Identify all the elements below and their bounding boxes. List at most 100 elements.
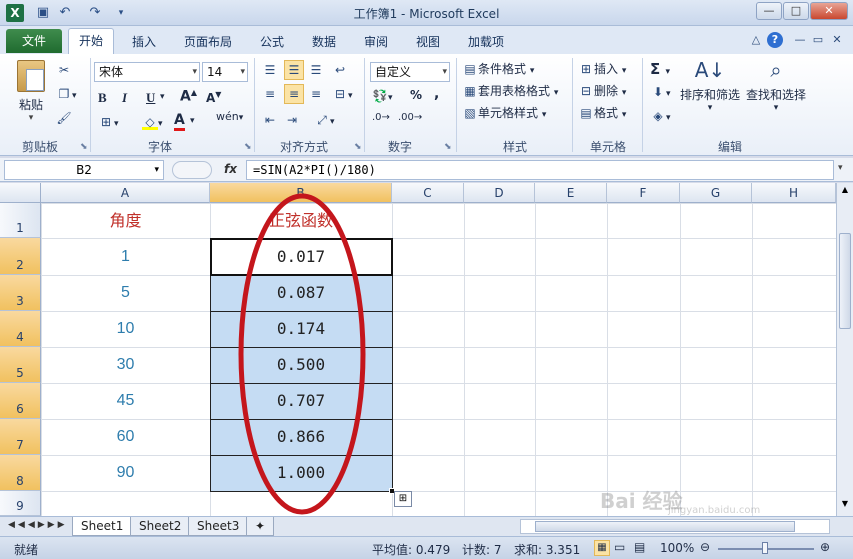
formula-bar: B2 ▾ fx =SIN(A2*PI()/180) ▾ — [0, 158, 853, 182]
fill-color-icon[interactable]: ◇ ▾ — [142, 114, 163, 130]
percent-button[interactable]: % — [410, 88, 422, 102]
formula-input[interactable]: =SIN(A2*PI()/180) — [246, 160, 834, 180]
ribbon: 粘贴 ▾ ✂ ❐ ▾ 🖌 剪贴板 ⬊ 宋体 ▾ 14 ▾ B I U ▾ A▲ A▼ … — [0, 54, 853, 156]
scroll-up-icon[interactable]: ▲ — [839, 185, 851, 199]
sheet-tab-sheet1[interactable]: Sheet1 — [72, 517, 133, 536]
comma-button[interactable]: , — [434, 86, 439, 102]
shrink-font-button[interactable]: A▼ — [206, 90, 221, 105]
window-restore-icon[interactable]: ▭ — [810, 32, 826, 48]
autosum-icon[interactable]: Σ ▾ — [650, 60, 670, 78]
font-launcher-icon[interactable]: ⬊ — [244, 142, 252, 152]
insert-function-icon[interactable]: fx — [224, 162, 237, 176]
window-close-icon[interactable]: ✕ — [829, 32, 845, 48]
tab-page-layout[interactable]: 页面布局 — [184, 33, 232, 50]
align-center-icon[interactable]: ≡ — [284, 84, 304, 104]
ribbon-tab-row: 文件 开始 插入 页面布局 公式 数据 审阅 视图 加载项 △ ? — ▭ ✕ — [0, 26, 853, 54]
group-label-number: 数字 — [387, 140, 412, 154]
underline-dropdown-icon[interactable]: ▾ — [160, 92, 165, 102]
increase-decimal-icon[interactable]: .0→ — [372, 112, 390, 123]
align-middle-icon[interactable]: ☰ — [284, 60, 304, 80]
page-layout-view-icon[interactable]: ▭ — [614, 540, 625, 554]
page-break-view-icon[interactable]: ▤ — [634, 540, 645, 554]
tab-review[interactable]: 审阅 — [364, 33, 388, 50]
copy-icon[interactable]: ❐ ▾ — [56, 86, 77, 102]
decrease-indent-icon[interactable]: ⇤ — [262, 112, 278, 128]
tab-data[interactable]: 数据 — [312, 33, 336, 50]
format-as-table-button[interactable]: ▦ 套用表格格式 ▾ — [462, 82, 558, 99]
group-label-styles: 样式 — [502, 140, 527, 154]
tab-file[interactable]: 文件 — [6, 29, 62, 53]
align-top-icon[interactable]: ☰ — [262, 62, 278, 78]
worksheet-grid[interactable]: ABCDEFGH 123456789 角度 正弦函数 1 0.017 5 0.087 10 0… — [0, 183, 836, 516]
scrollbar-thumb[interactable] — [839, 233, 851, 329]
vertical-scrollbar[interactable]: ▲ ▼ — [836, 183, 853, 516]
zoom-in-icon[interactable]: ⊕ — [820, 540, 830, 554]
align-right-icon[interactable]: ≡ — [308, 86, 324, 102]
insert-cells-button[interactable]: ⊞ 插入 ▾ — [578, 60, 626, 77]
tab-addins[interactable]: 加载项 — [468, 33, 504, 50]
sort-filter-icon: A↓ — [694, 58, 726, 82]
alignment-launcher-icon[interactable]: ⬊ — [354, 142, 362, 152]
insert-sheet-icon[interactable]: ✦ — [246, 517, 275, 536]
help-icon[interactable]: ? — [767, 32, 783, 48]
scroll-down-icon[interactable]: ▼ — [839, 499, 851, 513]
italic-button[interactable]: I — [122, 90, 127, 106]
fill-icon[interactable]: ⬇ ▾ — [650, 84, 671, 100]
number-launcher-icon[interactable]: ⬊ — [444, 142, 452, 152]
align-bottom-icon[interactable]: ☰ — [308, 62, 324, 78]
bold-button[interactable]: B — [98, 90, 107, 106]
merge-center-icon[interactable]: ⊟ ▾ — [332, 86, 353, 102]
clear-icon[interactable]: ◈ ▾ — [650, 108, 670, 124]
horizontal-scrollbar[interactable] — [520, 519, 830, 534]
quick-analysis-icon[interactable]: ⊞ — [394, 491, 412, 507]
decrease-decimal-icon[interactable]: .00→ — [398, 112, 422, 123]
group-label-clipboard: 剪贴板 — [21, 140, 58, 154]
formula-bar-splitter[interactable] — [172, 161, 212, 179]
tab-view[interactable]: 视图 — [416, 33, 440, 50]
name-box-dropdown-icon[interactable]: ▾ — [154, 161, 159, 179]
clipboard-launcher-icon[interactable]: ⬊ — [80, 142, 88, 152]
increase-indent-icon[interactable]: ⇥ — [284, 112, 300, 128]
cut-icon[interactable]: ✂ — [56, 62, 72, 78]
orientation-icon[interactable]: ⤢ ▾ — [314, 112, 334, 128]
tab-formulas[interactable]: 公式 — [260, 33, 284, 50]
sort-filter-button[interactable]: A↓ 排序和筛选 ▾ — [680, 58, 740, 113]
horizontal-scrollbar-thumb[interactable] — [535, 521, 795, 532]
find-select-button[interactable]: ⌕ 查找和选择 ▾ — [744, 58, 808, 113]
expand-formula-bar-icon[interactable]: ▾ — [838, 163, 843, 173]
maximize-button[interactable]: □ — [783, 2, 809, 20]
format-cells-button[interactable]: ▤ 格式 ▾ — [578, 104, 626, 121]
clipboard-icon — [17, 60, 45, 92]
grow-font-button[interactable]: A▲ — [180, 88, 197, 105]
name-box[interactable]: B2 ▾ — [4, 160, 164, 180]
close-button[interactable]: ✕ — [810, 2, 848, 20]
zoom-slider-handle[interactable] — [762, 542, 768, 554]
font-color-icon[interactable]: A — [174, 112, 185, 131]
window-minimize-icon[interactable]: — — [792, 32, 808, 48]
sheet-tab-sheet2[interactable]: Sheet2 — [130, 517, 191, 536]
minimize-button[interactable]: — — [756, 2, 782, 20]
phonetic-icon[interactable]: wén▾ — [216, 110, 243, 123]
ribbon-minimize-icon[interactable]: △ — [748, 32, 764, 48]
conditional-format-button[interactable]: ▤ 条件格式 ▾ — [462, 60, 534, 77]
sheet-tab-sheet3[interactable]: Sheet3 — [188, 517, 249, 536]
sheet-nav-icons[interactable]: ◀◀◀▶▶▶ — [8, 520, 68, 530]
underline-button[interactable]: U — [146, 90, 155, 106]
currency-icon[interactable]: 💱▾ — [372, 88, 393, 104]
cell-styles-button[interactable]: ▧ 单元格样式 ▾ — [462, 104, 546, 121]
format-painter-icon[interactable]: 🖌 — [56, 110, 72, 126]
align-left-icon[interactable]: ≡ — [262, 86, 278, 102]
delete-cells-button[interactable]: ⊟ 删除 ▾ — [578, 82, 626, 99]
font-color-dropdown-icon[interactable]: ▾ — [190, 116, 195, 126]
number-format-combo[interactable]: 自定义 ▾ — [370, 62, 450, 82]
tab-home[interactable]: 开始 — [68, 28, 115, 54]
tab-insert[interactable]: 插入 — [132, 33, 156, 50]
paste-button[interactable]: 粘贴 ▾ — [14, 60, 48, 123]
wrap-text-icon[interactable]: ↩ — [332, 62, 348, 78]
status-ready: 就绪 — [14, 543, 39, 557]
zoom-out-icon[interactable]: ⊖ — [700, 540, 710, 554]
font-name-combo[interactable]: 宋体 ▾ — [94, 62, 200, 82]
normal-view-icon[interactable]: ▦ — [594, 540, 610, 556]
font-size-combo[interactable]: 14 ▾ — [202, 62, 248, 82]
borders-icon[interactable]: ⊞ ▾ — [98, 114, 119, 130]
